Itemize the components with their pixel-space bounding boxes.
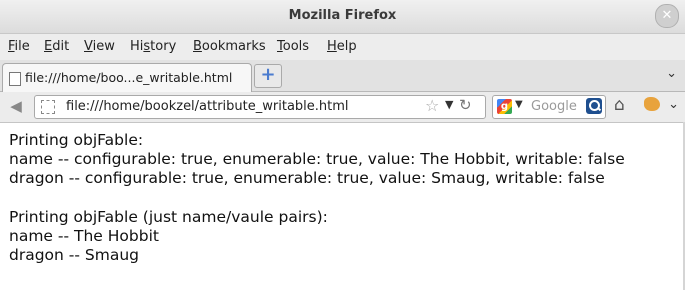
menu-file[interactable]: File [8, 39, 30, 54]
reload-icon[interactable]: ↻ [459, 96, 472, 114]
firebug-icon[interactable] [644, 97, 660, 111]
site-identity-icon[interactable] [41, 100, 55, 114]
search-icon[interactable] [586, 98, 602, 114]
content-line: Printing objFable (just name/vaule pairs… [9, 207, 328, 226]
search-engine-dropdown-icon[interactable]: ▼ [515, 99, 523, 110]
page-content: Printing objFable: name -- configurable:… [9, 131, 679, 265]
window-title: Mozilla Firefox [288, 8, 397, 23]
page-icon [9, 72, 21, 86]
tab-bar: file:///home/boo...e_writable.html [0, 60, 685, 92]
star-icon[interactable]: ☆ [425, 96, 439, 115]
back-arrow-icon[interactable]: ◀ [4, 97, 28, 117]
content-line: Printing objFable: [9, 131, 144, 149]
content-line: dragon -- configurable: true, enumerable… [9, 169, 605, 188]
chevron-down-icon[interactable]: ⌄ [666, 66, 677, 81]
menu-history[interactable]: History [130, 39, 176, 54]
close-icon[interactable]: ✕ [655, 4, 679, 28]
menu-bar: File Edit View History Bookmarks Tools H… [0, 34, 685, 60]
tab-active[interactable]: file:///home/boo...e_writable.html [2, 63, 252, 92]
menu-edit[interactable]: Edit [44, 39, 69, 54]
chevron-down-icon[interactable]: ⌄ [668, 97, 679, 112]
content-line [9, 189, 679, 208]
menu-tools[interactable]: Tools [277, 39, 309, 54]
content-line: name -- The Hobbit [9, 226, 159, 245]
url-input[interactable]: file:///home/bookzel/attribute_writable.… [66, 99, 349, 114]
menu-view[interactable]: View [84, 39, 115, 54]
tab-label: file:///home/boo...e_writable.html [25, 70, 233, 85]
title-bar: Mozilla Firefox ✕ [0, 0, 685, 34]
search-input[interactable]: Google [531, 99, 577, 114]
navigation-bar: ◀ file:///home/bookzel/attribute_writabl… [0, 92, 685, 123]
url-history-dropdown-icon[interactable]: ▼ [445, 98, 453, 111]
plus-icon[interactable]: + [254, 64, 282, 88]
search-bar[interactable]: g ▼ Google [492, 95, 606, 119]
home-icon[interactable]: ⌂ [614, 95, 625, 115]
content-line: name -- configurable: true, enumerable: … [9, 150, 625, 169]
content-line: dragon -- Smaug [9, 246, 139, 265]
google-icon[interactable]: g [497, 99, 512, 114]
menu-bookmarks[interactable]: Bookmarks [193, 39, 266, 54]
url-bar[interactable]: file:///home/bookzel/attribute_writable.… [34, 95, 486, 119]
menu-help[interactable]: Help [327, 39, 357, 54]
